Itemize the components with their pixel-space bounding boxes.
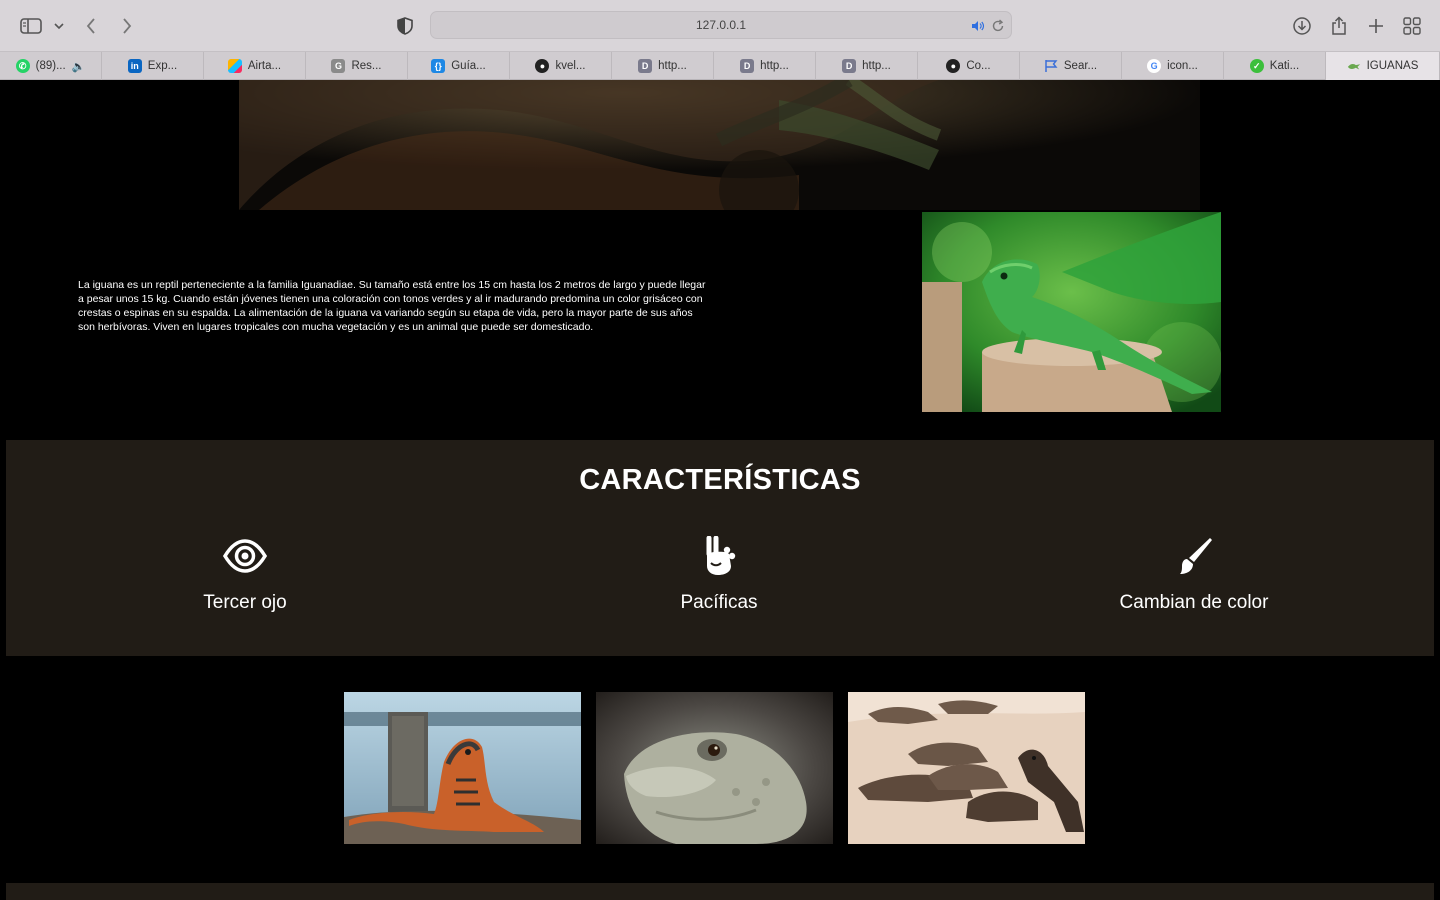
- feature-peaceful: Pacíficas: [559, 535, 879, 614]
- d-icon: D: [842, 59, 857, 73]
- whatsapp-icon: ✆: [15, 59, 30, 73]
- katib-icon: ✓: [1249, 59, 1264, 73]
- feature-third-eye: Tercer ojo: [85, 536, 405, 614]
- browser-toolbar: 127.0.0.1: [0, 0, 1440, 52]
- tab-github-co[interactable]: ● Co...: [918, 52, 1020, 80]
- code-icon: {}: [431, 59, 446, 73]
- feature-label: Tercer ojo: [203, 592, 287, 613]
- tab-label: IGUANAS: [1366, 60, 1419, 72]
- sidebar-toggle-icon[interactable]: [18, 12, 44, 40]
- tab-res[interactable]: G Res...: [306, 52, 408, 80]
- linkedin-icon: in: [127, 59, 142, 73]
- footer-bar: [6, 883, 1434, 900]
- tab-label: kvel...: [555, 60, 586, 72]
- feature-label: Cambian de color: [1119, 592, 1269, 613]
- gallery-image-orange-iguana: [344, 692, 581, 844]
- downloads-icon[interactable]: [1290, 12, 1314, 40]
- tab-label: Res...: [351, 60, 382, 72]
- airtable-icon: [227, 59, 242, 73]
- tab-label: (89)...: [35, 60, 66, 72]
- forward-icon[interactable]: [116, 12, 138, 40]
- eye-icon: [222, 536, 268, 576]
- tab-search[interactable]: Sear...: [1020, 52, 1122, 80]
- green-iguana-image: [922, 212, 1221, 412]
- github-icon: ●: [946, 59, 961, 73]
- tab-http-2[interactable]: D http...: [714, 52, 816, 80]
- tab-label: Kati...: [1269, 60, 1300, 72]
- peace-hand-icon: [697, 535, 741, 576]
- tab-label: Co...: [966, 60, 991, 72]
- tab-label: http...: [658, 60, 687, 72]
- address-url[interactable]: 127.0.0.1: [431, 18, 1011, 32]
- google-icon: G: [1147, 59, 1162, 73]
- hero-iguana-image: [239, 80, 1200, 210]
- tab-airtable[interactable]: Airta...: [204, 52, 306, 80]
- tab-whatsapp[interactable]: ✆ (89)... 🔈: [0, 52, 102, 80]
- share-icon[interactable]: [1327, 12, 1351, 40]
- tab-label: http...: [760, 60, 789, 72]
- flag-icon: [1044, 59, 1058, 73]
- tab-linkedin[interactable]: in Exp...: [102, 52, 204, 80]
- tab-guia[interactable]: {} Guía...: [408, 52, 510, 80]
- d-icon: D: [740, 59, 755, 73]
- characteristics-section: CARACTERÍSTICAS Tercer ojo Pacíficas Cam…: [6, 440, 1434, 656]
- gallery-image-iguana-head: [596, 692, 833, 844]
- gallery-image-iguanas-beach: [848, 692, 1085, 844]
- tab-bar: ✆ (89)... 🔈 in Exp... Airta... G Res... …: [0, 52, 1440, 80]
- chevron-down-icon[interactable]: [51, 12, 67, 40]
- speaker-icon[interactable]: [971, 18, 985, 32]
- page-content: La iguana es un reptil perteneciente a l…: [0, 80, 1440, 900]
- github-icon: ●: [535, 59, 550, 73]
- tab-label: http...: [862, 60, 891, 72]
- tab-overview-icon[interactable]: [1400, 12, 1424, 40]
- tab-label: Guía...: [451, 60, 486, 72]
- tab-label: Airta...: [247, 60, 282, 72]
- back-icon[interactable]: [80, 12, 102, 40]
- new-tab-icon[interactable]: [1364, 12, 1388, 40]
- feature-change-color: Cambian de color: [1034, 536, 1354, 614]
- paintbrush-icon: [1172, 536, 1216, 576]
- tab-label: icon...: [1167, 60, 1198, 72]
- intro-paragraph: La iguana es un reptil perteneciente a l…: [78, 279, 706, 333]
- tab-http-3[interactable]: D http...: [816, 52, 918, 80]
- g-icon: G: [331, 59, 346, 73]
- tab-label: Exp...: [147, 60, 178, 72]
- tab-kati[interactable]: ✓ Kati...: [1224, 52, 1326, 80]
- tab-github-kvel[interactable]: ● kvel...: [510, 52, 612, 80]
- section-title: CARACTERÍSTICAS: [579, 464, 861, 496]
- tab-label: Sear...: [1063, 60, 1098, 72]
- tab-http-1[interactable]: D http...: [612, 52, 714, 80]
- privacy-shield-icon[interactable]: [394, 12, 416, 40]
- iguana-icon: [1347, 59, 1361, 73]
- tab-google-icon[interactable]: G icon...: [1122, 52, 1224, 80]
- feature-label: Pacíficas: [680, 592, 758, 613]
- d-icon: D: [638, 59, 653, 73]
- speaker-icon[interactable]: 🔈: [72, 60, 86, 73]
- reload-icon[interactable]: [991, 18, 1005, 32]
- tab-iguanas[interactable]: IGUANAS: [1326, 52, 1440, 80]
- address-bar[interactable]: 127.0.0.1: [430, 11, 1012, 39]
